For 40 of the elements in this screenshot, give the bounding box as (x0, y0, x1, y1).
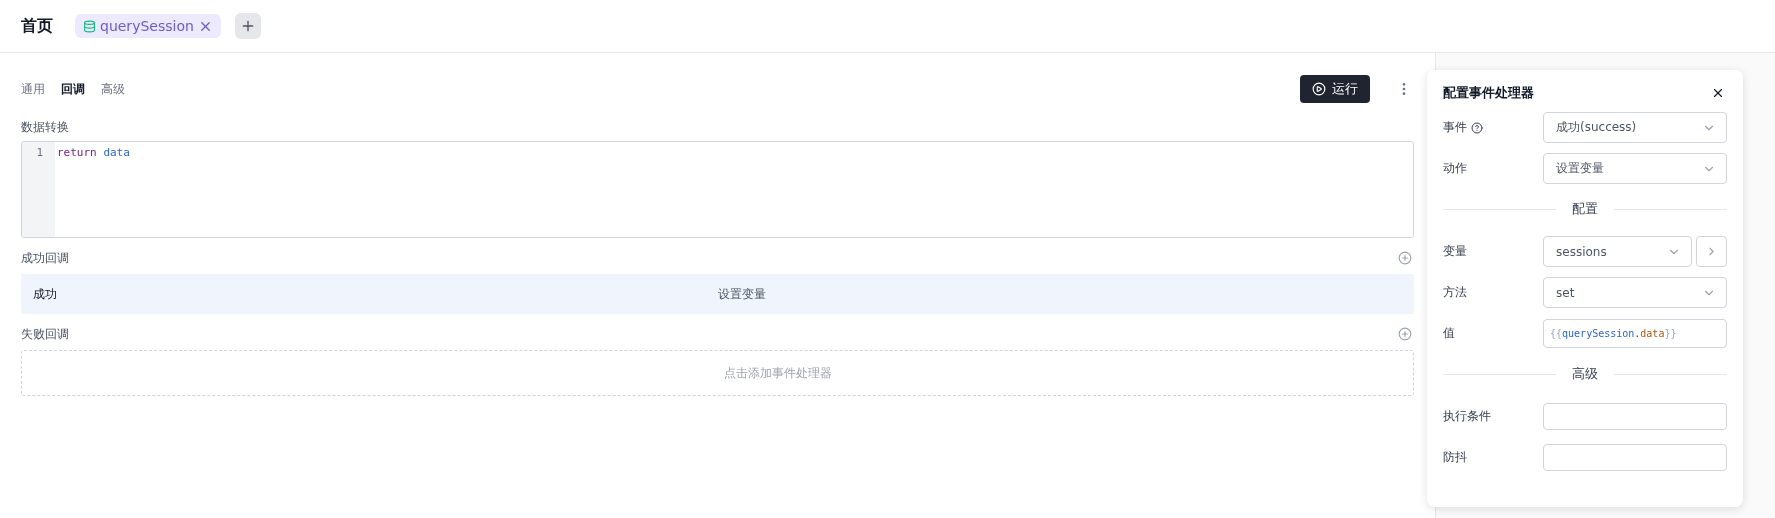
tab[interactable]: 回调 (61, 80, 85, 98)
database-icon (83, 19, 96, 33)
section-heading: 高级 (1572, 365, 1598, 383)
select-field[interactable]: sessions (1543, 236, 1692, 267)
help-icon[interactable] (1471, 121, 1483, 134)
tab[interactable]: 通用 (21, 80, 45, 98)
query-tab[interactable]: querySession (75, 14, 221, 38)
dialog-title: 配置事件处理器 (1443, 84, 1534, 102)
select-field[interactable]: 设置变量 (1543, 153, 1727, 184)
add-icon[interactable] (1398, 251, 1412, 265)
action-name: 设置变量 (717, 285, 767, 303)
section-label: 数据转换 (21, 119, 70, 135)
close-icon[interactable] (1711, 86, 1725, 100)
code-line: return data (56, 145, 130, 161)
line-number: 1 (35, 145, 44, 161)
section-label: 成功回调 (21, 249, 69, 267)
field-label: 值 (1443, 325, 1455, 342)
select-field[interactable]: set (1543, 277, 1727, 308)
section-heading: 配置 (1572, 200, 1598, 218)
add-handler-hint: 点击添加事件处理器 (722, 364, 832, 382)
callback-row[interactable]: 成功 设置变量 (21, 274, 1414, 314)
field-label: 防抖 (1443, 449, 1467, 466)
field-label: 事件 (1443, 119, 1467, 136)
input-field[interactable] (1543, 403, 1727, 430)
select-field[interactable]: 成功(success) (1543, 112, 1727, 143)
value-field[interactable]: {{querySession.data}} (1543, 319, 1727, 348)
field-label: 方法 (1443, 284, 1467, 301)
code-editor[interactable]: 1 return data (21, 141, 1414, 238)
field-label: 变量 (1443, 243, 1467, 260)
add-tab-button[interactable] (234, 13, 261, 39)
event-name: 成功 (33, 285, 58, 303)
tab[interactable]: 高级 (101, 80, 125, 98)
add-icon[interactable] (1398, 327, 1412, 341)
input-field[interactable] (1543, 444, 1727, 471)
field-label: 动作 (1443, 160, 1467, 177)
field-label: 执行条件 (1443, 408, 1491, 425)
page-title: 首页 (21, 15, 53, 37)
section-label: 失败回调 (21, 325, 69, 343)
play-icon (1312, 82, 1326, 96)
run-button[interactable]: 运行 (1300, 75, 1370, 103)
